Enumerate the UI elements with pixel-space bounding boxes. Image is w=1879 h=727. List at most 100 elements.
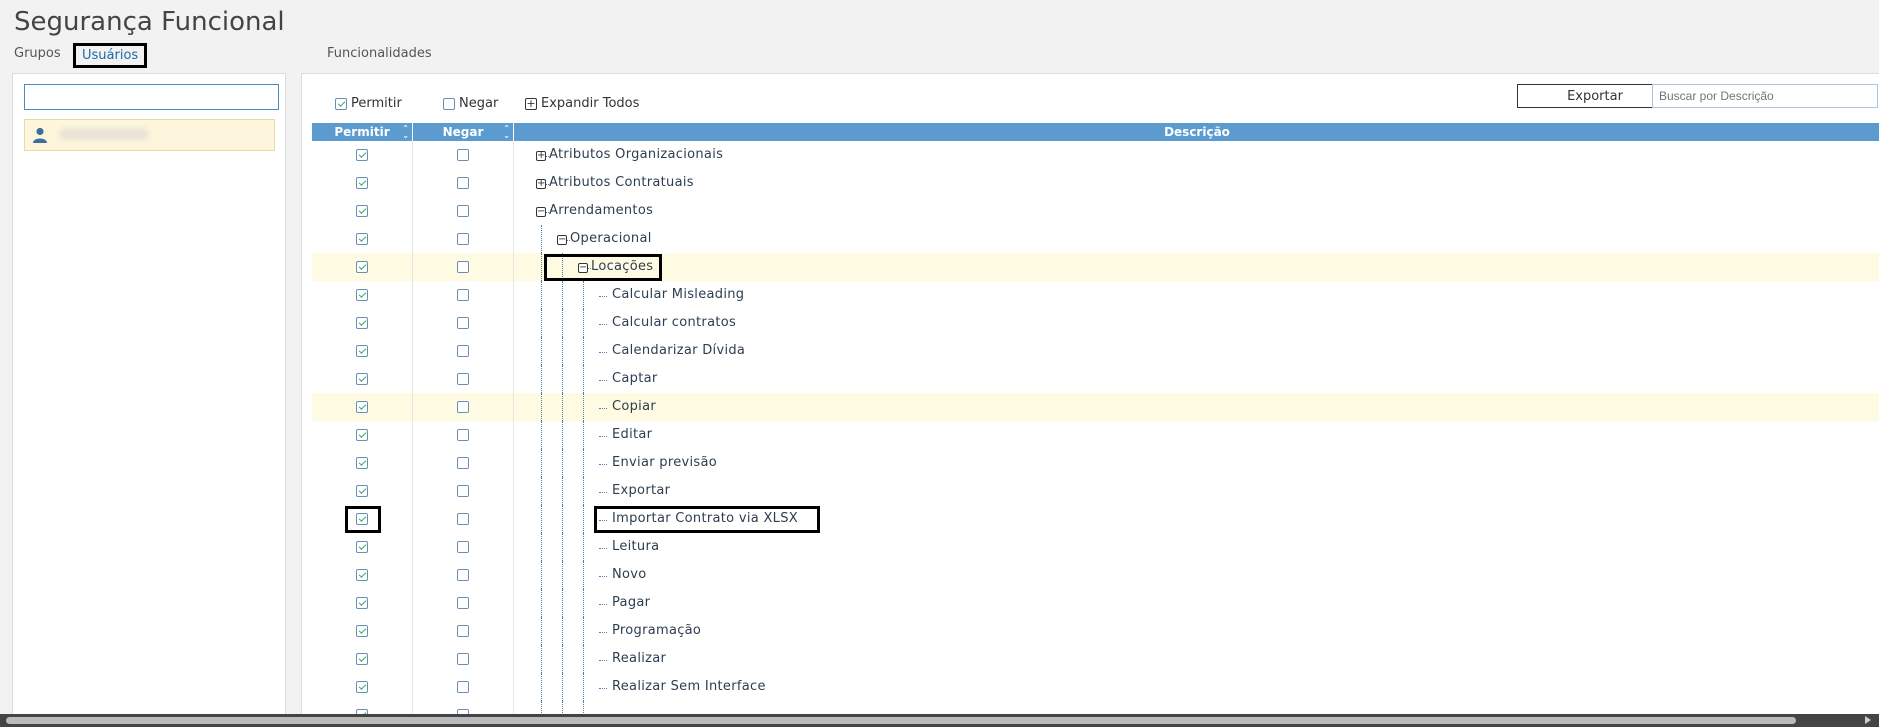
- negar-cell: [413, 309, 513, 337]
- export-button[interactable]: Exportar: [1517, 84, 1673, 108]
- tree-item-label[interactable]: Editar: [612, 427, 652, 442]
- expand-all-button[interactable]: + Expandir Todos: [525, 96, 639, 111]
- negar-checkbox[interactable]: [457, 233, 469, 245]
- permitir-checkbox[interactable]: [356, 401, 368, 413]
- permitir-cell: [312, 197, 412, 225]
- permitir-cell: [312, 337, 412, 365]
- negar-cell: [413, 561, 513, 589]
- tree-item-label[interactable]: Pagar: [612, 595, 650, 610]
- negar-checkbox[interactable]: [457, 177, 469, 189]
- permitir-checkbox[interactable]: [356, 289, 368, 301]
- negar-checkbox[interactable]: [457, 205, 469, 217]
- filter-permitir[interactable]: Permitir: [335, 96, 402, 111]
- negar-checkbox[interactable]: [457, 345, 469, 357]
- negar-checkbox[interactable]: [457, 429, 469, 441]
- negar-checkbox[interactable]: [457, 541, 469, 553]
- negar-cell: [413, 197, 513, 225]
- permitir-checkbox[interactable]: [356, 233, 368, 245]
- description-cell: Editar: [514, 421, 1879, 449]
- tree-item-label[interactable]: Calcular Misleading: [612, 287, 744, 302]
- tree-guide: [583, 337, 584, 365]
- negar-checkbox[interactable]: [457, 317, 469, 329]
- negar-cell: [413, 673, 513, 701]
- tree-item-label[interactable]: Calendarizar Dívida: [612, 343, 745, 358]
- filter-negar[interactable]: Negar: [443, 96, 498, 111]
- expand-icon[interactable]: +: [536, 179, 546, 189]
- negar-checkbox[interactable]: [457, 401, 469, 413]
- negar-checkbox[interactable]: [457, 373, 469, 385]
- tree-item-label[interactable]: Enviar previsão: [612, 455, 717, 470]
- horizontal-scrollbar[interactable]: [0, 714, 1879, 727]
- tree-connector: [599, 408, 607, 409]
- permitir-checkbox[interactable]: [356, 457, 368, 469]
- tab-funcionalidades[interactable]: Funcionalidades: [327, 46, 432, 61]
- negar-checkbox[interactable]: [457, 289, 469, 301]
- tree-item-label[interactable]: Operacional: [570, 231, 652, 246]
- tree-item-label[interactable]: Exportar: [612, 483, 670, 498]
- permitir-checkbox[interactable]: [356, 429, 368, 441]
- tree-item-label[interactable]: Copiar: [612, 399, 656, 414]
- collapse-icon[interactable]: −: [536, 207, 546, 217]
- tree-guide: [583, 309, 584, 337]
- tab-grupos[interactable]: Grupos: [14, 46, 61, 61]
- user-search-input[interactable]: [24, 84, 279, 110]
- table-row: Captar: [312, 365, 1879, 393]
- tree-item-label[interactable]: Calcular contratos: [612, 315, 736, 330]
- table-row: Editar: [312, 421, 1879, 449]
- permitir-checkbox[interactable]: [356, 373, 368, 385]
- tree-item-label[interactable]: Arrendamentos: [549, 203, 653, 218]
- description-cell: − Locações: [514, 253, 1879, 281]
- description-search-input[interactable]: [1652, 84, 1878, 108]
- permitir-checkbox[interactable]: [356, 569, 368, 581]
- tree-guide: [541, 561, 542, 589]
- header-negar[interactable]: Negar ⌃ ⌄: [413, 123, 514, 141]
- permitir-cell: [312, 617, 412, 645]
- scroll-right-arrow-icon[interactable]: [1865, 716, 1871, 724]
- negar-checkbox[interactable]: [457, 569, 469, 581]
- permitir-checkbox[interactable]: [356, 541, 368, 553]
- negar-checkbox[interactable]: [457, 485, 469, 497]
- negar-checkbox[interactable]: [457, 261, 469, 273]
- negar-checkbox[interactable]: [457, 149, 469, 161]
- tree-item-label[interactable]: Realizar: [612, 651, 666, 666]
- permitir-checkbox[interactable]: [356, 345, 368, 357]
- permitir-checkbox[interactable]: [356, 205, 368, 217]
- negar-checkbox[interactable]: [457, 513, 469, 525]
- user-list-item[interactable]: [24, 119, 275, 151]
- permitir-checkbox[interactable]: [356, 317, 368, 329]
- permitir-checkbox[interactable]: [356, 681, 368, 693]
- expand-icon[interactable]: +: [536, 151, 546, 161]
- tree-guide: [583, 449, 584, 477]
- permitir-checkbox[interactable]: [356, 149, 368, 161]
- permitir-cell: [312, 365, 412, 393]
- header-descricao[interactable]: Descrição: [514, 123, 1879, 141]
- grid-header: Permitir ⌃ ⌄ Negar ⌃ ⌄ Descrição: [312, 123, 1879, 141]
- negar-checkbox[interactable]: [457, 681, 469, 693]
- table-row: Realizar: [312, 645, 1879, 673]
- permitir-checkbox[interactable]: [356, 625, 368, 637]
- permitir-checkbox[interactable]: [356, 653, 368, 665]
- permitir-checkbox[interactable]: [356, 485, 368, 497]
- permitir-checkbox[interactable]: [356, 177, 368, 189]
- header-permitir[interactable]: Permitir ⌃ ⌄: [312, 123, 413, 141]
- permitir-checkbox[interactable]: [356, 597, 368, 609]
- tree-item-label[interactable]: Atributos Contratuais: [549, 175, 694, 190]
- negar-checkbox[interactable]: [457, 457, 469, 469]
- tree-item-label[interactable]: Realizar Sem Interface: [612, 679, 766, 694]
- tab-usuarios[interactable]: Usuários: [73, 43, 148, 68]
- permitir-checkbox[interactable]: [356, 261, 368, 273]
- description-cell: Programação: [514, 617, 1879, 645]
- permitir-checkbox[interactable]: [335, 97, 347, 110]
- negar-checkbox[interactable]: [457, 625, 469, 637]
- negar-checkbox[interactable]: [443, 97, 455, 110]
- header-permitir-label: Permitir: [334, 125, 390, 139]
- tree-item-label[interactable]: Captar: [612, 371, 658, 386]
- tree-item-label[interactable]: Atributos Organizacionais: [549, 147, 723, 162]
- negar-checkbox[interactable]: [457, 653, 469, 665]
- tree-item-label[interactable]: Novo: [612, 567, 647, 582]
- tree-item-label[interactable]: Leitura: [612, 539, 659, 554]
- scrollbar-thumb[interactable]: [6, 717, 1796, 724]
- tree-item-label[interactable]: Programação: [612, 623, 701, 638]
- negar-checkbox[interactable]: [457, 597, 469, 609]
- collapse-icon[interactable]: −: [557, 235, 567, 245]
